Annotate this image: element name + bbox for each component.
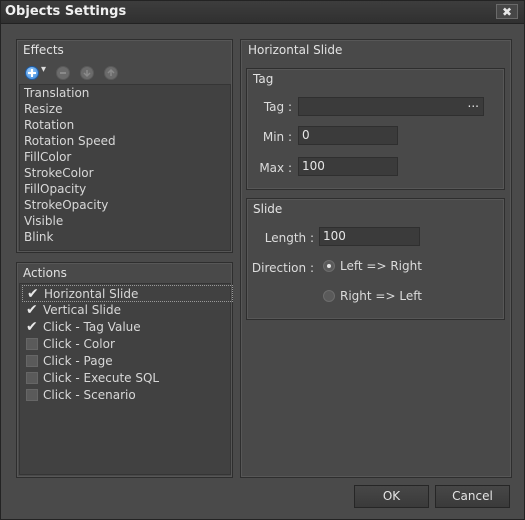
effects-title: Effects [23,43,64,57]
checkbox-unchecked[interactable] [26,338,38,350]
window-title: Objects Settings [5,4,127,19]
add-icon [25,66,39,80]
action-label: Horizontal Slide [44,287,139,301]
action-label: Click - Page [43,354,113,368]
radio-label: Left => Right [340,259,422,273]
remove-icon[interactable] [56,66,70,80]
title-bar: Objects Settings ✖ [1,1,524,24]
checkbox-checked[interactable]: ✔ [26,303,38,317]
effect-item-strokecolor[interactable]: StrokeColor [24,165,94,181]
effect-item-rotation[interactable]: Rotation [24,117,74,133]
radio-left-to-right[interactable]: Left => Right [323,259,433,275]
action-label: Click - Color [43,337,115,351]
add-effect-button[interactable]: ▾ [25,64,49,80]
action-item-vertical-slide[interactable]: ✔ Vertical Slide [22,302,233,319]
checkbox-checked[interactable]: ✔ [27,287,39,301]
effect-item-translation[interactable]: Translation [24,85,89,101]
actions-list[interactable]: ✔ Horizontal Slide ✔ Vertical Slide ✔ Cl… [19,283,233,475]
effect-item-strokeopacity[interactable]: StrokeOpacity [24,197,108,213]
action-label: Click - Execute SQL [43,371,160,385]
slide-group-title: Slide [253,202,283,216]
action-item-horizontal-slide[interactable]: ✔ Horizontal Slide [22,285,233,302]
tag-label: Tag : [263,100,292,114]
min-field[interactable]: 0 [298,126,398,145]
action-item-click-tag-value[interactable]: ✔ Click - Tag Value [22,319,233,336]
radio-button[interactable] [323,290,335,302]
action-item-click-page[interactable]: Click - Page [22,353,233,370]
tag-group-title: Tag [253,72,274,86]
cancel-button[interactable]: Cancel [435,485,510,508]
min-label: Min : [262,130,292,144]
radio-button-selected[interactable] [323,260,335,272]
action-item-click-scenario[interactable]: Click - Scenario [22,387,233,404]
action-label: Vertical Slide [43,303,122,317]
effect-item-resize[interactable]: Resize [24,101,62,117]
checkbox-checked[interactable]: ✔ [26,320,38,334]
checkbox-unchecked[interactable] [26,389,38,401]
chevron-down-icon: ▾ [41,64,47,75]
move-up-icon[interactable] [104,66,118,80]
actions-title: Actions [23,266,67,280]
max-field[interactable]: 100 [298,157,398,176]
action-label: Click - Scenario [43,388,136,402]
detail-title: Horizontal Slide [248,43,343,57]
direction-label: Direction : [251,261,314,275]
effects-list[interactable]: Translation Resize Rotation Rotation Spe… [19,84,231,251]
browse-tag-button[interactable]: ... [468,95,479,112]
effect-item-fillopacity[interactable]: FillOpacity [24,181,86,197]
radio-label: Right => Left [340,289,422,303]
effect-item-rotation-speed[interactable]: Rotation Speed [24,133,116,149]
checkbox-unchecked[interactable] [26,355,38,367]
move-down-icon[interactable] [80,66,94,80]
length-label: Length : [264,231,314,245]
radio-right-to-left[interactable]: Right => Left [323,289,433,305]
close-button[interactable]: ✖ [496,4,518,19]
action-label: Click - Tag Value [43,320,141,334]
action-item-click-color[interactable]: Click - Color [22,336,233,353]
checkbox-unchecked[interactable] [26,372,38,384]
effect-item-fillcolor[interactable]: FillColor [24,149,71,165]
action-item-click-execute-sql[interactable]: Click - Execute SQL [22,370,233,387]
effect-item-visible[interactable]: Visible [24,213,63,229]
tag-field[interactable]: ... [298,95,484,116]
ok-button[interactable]: OK [354,485,429,508]
length-field[interactable]: 100 [319,227,420,246]
effect-item-blink[interactable]: Blink [24,229,53,245]
max-label: Max : [259,161,292,175]
dialog-window: Objects Settings ✖ Effects ▾ Translation… [0,0,525,520]
